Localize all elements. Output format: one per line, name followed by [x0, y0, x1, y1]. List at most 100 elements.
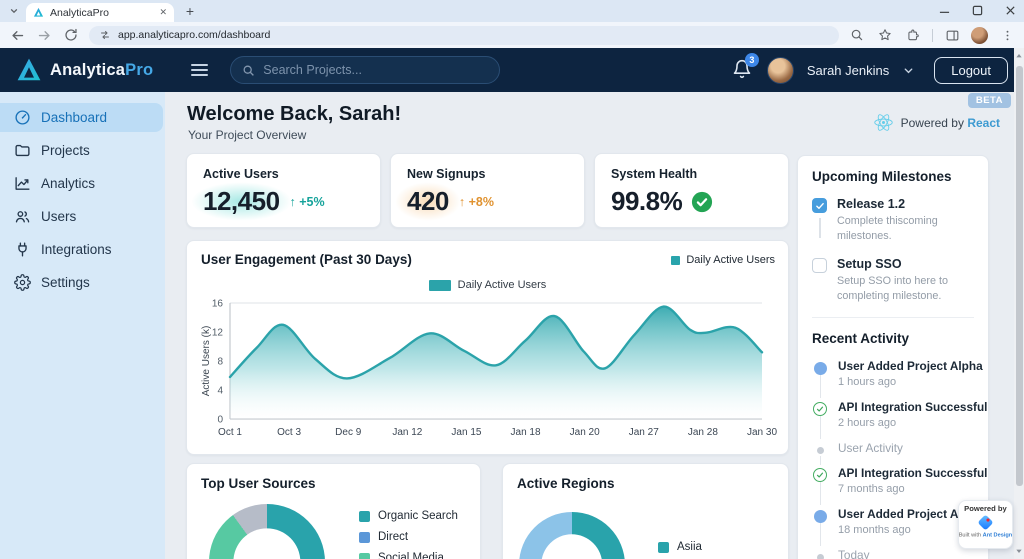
- activity-title: Recent Activity: [812, 331, 974, 346]
- menu-hamburger-icon[interactable]: [191, 64, 208, 76]
- legend-label: Direct: [378, 531, 408, 543]
- analytics-icon: [14, 175, 31, 192]
- forward-icon[interactable]: [35, 26, 53, 44]
- svg-text:0: 0: [217, 415, 223, 426]
- window-minimize-button[interactable]: [939, 5, 950, 16]
- stat-label: System Health: [611, 167, 772, 181]
- stat-card-active-users: Active Users 12,450 ↑ +5%: [186, 153, 381, 228]
- activity-item: API Integration Successful2 hours ago: [812, 400, 974, 429]
- dashboard-icon: [14, 109, 31, 126]
- user-menu-chevron-icon[interactable]: [902, 64, 915, 77]
- sidebar-item-dashboard[interactable]: Dashboard: [0, 103, 163, 132]
- react-logo-icon: [873, 112, 894, 133]
- sidebar-item-integrations[interactable]: Integrations: [0, 235, 165, 264]
- tab-search-icon[interactable]: [4, 2, 24, 20]
- svg-text:Jan 12: Jan 12: [392, 427, 422, 438]
- browser-menu-icon[interactable]: [998, 26, 1016, 44]
- sidebar-nav: Dashboard Projects Analytics Users Integrati…: [0, 92, 165, 559]
- regions-donut-chart: [519, 512, 625, 559]
- tab-close-icon[interactable]: ✕: [159, 7, 167, 18]
- notifications-button[interactable]: 3: [732, 59, 754, 81]
- activity-item: API Integration Successful7 months ago: [812, 466, 974, 495]
- new-tab-button[interactable]: +: [180, 2, 200, 22]
- sidebar-item-projects[interactable]: Projects: [0, 136, 165, 165]
- sidebar-item-label: Users: [41, 209, 76, 224]
- activity-item: User Added Project Alpha1 hours ago: [812, 359, 974, 388]
- panel-divider: [812, 317, 974, 318]
- search-icon: [242, 64, 255, 77]
- activity-item-title: API Integration Successful: [838, 400, 974, 414]
- user-avatar[interactable]: [767, 57, 794, 84]
- logout-button[interactable]: Logout: [934, 57, 1008, 84]
- back-icon[interactable]: [8, 26, 26, 44]
- svg-text:Jan 27: Jan 27: [629, 427, 659, 438]
- svg-text:Jan 18: Jan 18: [511, 427, 541, 438]
- activity-item-title: User Activity: [838, 441, 974, 455]
- stat-value: 12,450: [203, 186, 280, 217]
- side-panel-icon[interactable]: [943, 26, 961, 44]
- powered-by-react: Powered by React: [873, 112, 1000, 133]
- milestone-checkbox[interactable]: [812, 198, 827, 213]
- chart-inner-legend[interactable]: Daily Active Users: [187, 279, 788, 291]
- svg-text:Dec 9: Dec 9: [335, 427, 362, 438]
- scroll-down-arrow[interactable]: [1014, 545, 1024, 557]
- url-bar[interactable]: app.analyticapro.com/dashboard: [89, 26, 839, 45]
- legend-label: Social Media: [378, 552, 444, 559]
- tab-title: AnalyticaPro: [50, 7, 153, 19]
- page-title: Welcome Back, Sarah!: [187, 103, 401, 126]
- notification-count-badge: 3: [745, 53, 759, 67]
- svg-text:8: 8: [217, 357, 223, 368]
- sidebar-item-label: Projects: [41, 143, 90, 158]
- svg-text:Oct 1: Oct 1: [218, 427, 242, 438]
- search-input[interactable]: [263, 63, 473, 77]
- svg-text:4: 4: [217, 386, 223, 397]
- activity-item-title: Today: [838, 548, 974, 559]
- tab-strip: AnalyticaPro ✕ +: [0, 0, 1024, 22]
- scrollbar-thumb[interactable]: [1016, 66, 1023, 486]
- site-settings-icon[interactable]: [99, 29, 111, 41]
- sidebar-item-label: Settings: [41, 275, 90, 290]
- stat-card-new-signups: New Signups420↑ +8%: [390, 153, 585, 228]
- legend-swatch: [359, 511, 370, 522]
- legend-item: Asiia: [658, 541, 702, 553]
- zoom-icon[interactable]: [848, 26, 866, 44]
- browser-chrome: AnalyticaPro ✕ + app.analyticapro.com/da…: [0, 0, 1024, 48]
- user-name: Sarah Jenkins: [807, 63, 889, 78]
- svg-text:Jan 15: Jan 15: [451, 427, 481, 438]
- activity-item-time: 1 hours ago: [838, 376, 974, 388]
- ant-design-logo-icon: [977, 514, 994, 531]
- stat-delta: ↑ +8%: [459, 195, 494, 209]
- built-with-badge[interactable]: Powered by Built with Ant Design: [958, 500, 1013, 549]
- app-root: AnalyticaPro 3 Sarah Jenkins Logout Dash…: [0, 48, 1024, 559]
- chart-title: User Engagement (Past 30 Days): [201, 252, 412, 267]
- users-icon: [14, 208, 31, 225]
- activity-item-time: 7 months ago: [838, 483, 974, 495]
- activity-item: Today: [812, 548, 974, 559]
- analyticapro-logo-icon: [16, 57, 42, 83]
- bookmark-star-icon[interactable]: [876, 26, 894, 44]
- react-link[interactable]: React: [967, 116, 1000, 130]
- sidebar-item-users[interactable]: Users: [0, 202, 165, 231]
- project-search[interactable]: [230, 56, 500, 84]
- activity-blue-marker-icon: [812, 508, 828, 524]
- activity-item: User Activity: [812, 441, 974, 455]
- milestone-checkbox[interactable]: [812, 258, 827, 273]
- sidebar-item-analytics[interactable]: Analytics: [0, 169, 165, 198]
- stat-delta: ↑ +5%: [290, 195, 325, 209]
- browser-tab[interactable]: AnalyticaPro ✕: [26, 3, 174, 22]
- scroll-up-arrow[interactable]: [1014, 50, 1024, 62]
- stat-label: Active Users: [203, 167, 364, 181]
- milestone-description: Complete thiscoming milestones.: [837, 214, 974, 244]
- window-close-button[interactable]: [1005, 5, 1016, 16]
- window-maximize-button[interactable]: [972, 5, 983, 16]
- page-scrollbar[interactable]: [1014, 48, 1024, 559]
- active-regions-card: Active Regions Asiia: [502, 463, 789, 559]
- extensions-icon[interactable]: [904, 26, 922, 44]
- milestones-title: Upcoming Milestones: [812, 169, 974, 184]
- browser-profile-avatar[interactable]: [971, 27, 988, 44]
- activity-item: User Added Project Alpha18 months ago: [812, 507, 974, 536]
- toolbar-divider: [932, 29, 933, 42]
- sidebar-item-settings[interactable]: Settings: [0, 268, 165, 297]
- reload-icon[interactable]: [62, 26, 80, 44]
- stat-card-system-health: System Health99.8%: [594, 153, 789, 228]
